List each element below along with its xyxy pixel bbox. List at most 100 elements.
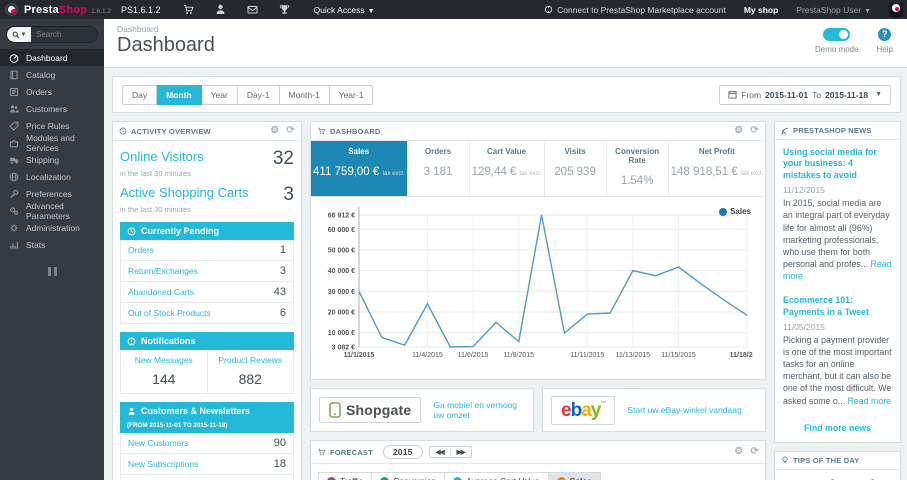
- panel-title: ACTIVITY OVERVIEW: [131, 126, 211, 136]
- user-avatar[interactable]: [889, 2, 903, 17]
- filter-month-1-button[interactable]: Month-1: [279, 84, 330, 105]
- online-visitors-link[interactable]: Online Visitors: [120, 149, 204, 164]
- marketplace-link[interactable]: Connect to PrestaShop Marketplace accoun…: [544, 5, 726, 15]
- sidebar-item-stats[interactable]: Stats: [0, 236, 104, 253]
- date-to-value: 2015-11-18: [825, 89, 869, 100]
- chevron-down-icon: ▼: [20, 31, 27, 38]
- news-article-title[interactable]: Using social media for your business: 4 …: [783, 147, 892, 181]
- svg-text:50 000 €: 50 000 €: [328, 247, 355, 254]
- panel-refresh-icon[interactable]: ⟳: [286, 126, 295, 136]
- panel-settings-icon[interactable]: ⚙: [734, 126, 743, 136]
- sidebar-item-customers[interactable]: Customers: [0, 100, 104, 117]
- sidebar-item-catalog[interactable]: Catalog: [0, 66, 104, 83]
- filter-month-button[interactable]: Month: [157, 84, 202, 105]
- demo-mode-toggle[interactable]: [823, 28, 851, 41]
- ebay-ad-link[interactable]: Start uw eBay-winkel vandaag: [627, 405, 741, 415]
- new-customers-row[interactable]: New Customers 90: [120, 433, 294, 454]
- filter-year-button[interactable]: Year: [201, 84, 238, 105]
- forecast-year[interactable]: 2015: [382, 445, 423, 459]
- svg-text:10 000 €: 10 000 €: [328, 330, 355, 337]
- sidebar-search[interactable]: ▼: [6, 26, 98, 43]
- search-scope-dropdown[interactable]: ▼: [7, 27, 31, 42]
- kpi-cart-value[interactable]: Cart Value 129,44 € tax excl.: [470, 141, 545, 196]
- search-input[interactable]: [31, 27, 97, 42]
- legend-sales[interactable]: Sales: [548, 472, 601, 480]
- svg-text:11/6/2015: 11/6/2015: [458, 352, 489, 359]
- sales-legend-label: Sales: [730, 207, 751, 216]
- out-of-stock-row[interactable]: Out of Stock Products 6: [120, 303, 294, 324]
- chevron-down-icon: ▼: [864, 7, 871, 15]
- kpi-row: Sales 411 759,00 € tax excl. Orders 3 18…: [311, 141, 765, 197]
- filter-year-1-button[interactable]: Year-1: [329, 84, 374, 105]
- product-reviews-cell[interactable]: Product Reviews 882: [207, 350, 294, 394]
- online-visitors-sub: in the last 30 minutes: [120, 169, 191, 178]
- topbar-icons: [183, 4, 290, 15]
- kpi-sales[interactable]: Sales 411 759,00 € tax excl.: [311, 141, 408, 196]
- trophy-icon[interactable]: [279, 4, 290, 15]
- cart-icon[interactable]: [183, 4, 194, 15]
- new-messages-cell[interactable]: New Messages 144: [120, 350, 208, 394]
- quick-access-menu[interactable]: Quick Access ▼: [314, 5, 375, 15]
- kpi-orders[interactable]: Orders 3 181: [408, 141, 470, 196]
- user-menu[interactable]: PrestaShop User ▼: [796, 5, 871, 15]
- forecast-legend: Traffic Conversion Average Cart Value Sa…: [311, 464, 765, 480]
- panel-refresh-icon[interactable]: ⟳: [750, 126, 759, 136]
- sidebar-item-administration[interactable]: Administration: [0, 219, 104, 236]
- kpi-conversion-rate[interactable]: Conversion Rate 1.54%: [607, 141, 669, 196]
- sidebar-item-price-rules[interactable]: Price Rules: [0, 117, 104, 134]
- news-article-title[interactable]: Ecommerce 101: Payments in a Tweet: [783, 295, 892, 318]
- preferences-icon: [10, 189, 19, 198]
- sidebar-item-localization[interactable]: Localization: [0, 168, 104, 185]
- read-more-link[interactable]: Read more: [848, 396, 892, 406]
- price-rules-icon: [9, 121, 19, 131]
- sidebar-item-orders[interactable]: Orders: [0, 83, 104, 100]
- dashboard-panel: DASHBOARD ⚙ ⟳ Sales 411 759,00 € tax exc…: [310, 121, 766, 380]
- search-icon: [12, 31, 19, 38]
- sidebar-item-preferences[interactable]: Preferences: [0, 185, 104, 202]
- chart-legend[interactable]: Sales: [719, 207, 751, 216]
- customer-icon[interactable]: [215, 4, 226, 15]
- shopgate-ad-link[interactable]: Ga mobiel en verhoog uw omzet: [433, 400, 525, 420]
- total-subscribers-row[interactable]: Total Subscribers1308: [120, 475, 294, 480]
- messages-icon[interactable]: [247, 4, 258, 15]
- breadcrumb[interactable]: Dashboard: [117, 24, 159, 34]
- customers-date-range: (FROM 2015-11-01 TO 2015-11-18): [127, 422, 228, 429]
- shipping-icon: [10, 157, 19, 164]
- shopgate-ad: Shopgate Ga mobiel en verhoog uw omzet: [310, 388, 534, 432]
- svg-text:11/4/2015: 11/4/2015: [412, 352, 443, 359]
- svg-text:11/18/2015: 11/18/2015: [730, 352, 753, 359]
- legend-average-cart-value[interactable]: Average Cart Value: [445, 472, 549, 480]
- panel-refresh-icon[interactable]: ⟳: [750, 447, 759, 457]
- pending-returns-row[interactable]: Return/Exchanges 3: [120, 261, 294, 282]
- kpi-visits[interactable]: Visits 205 939: [545, 141, 607, 196]
- filter-day-button[interactable]: Day: [122, 84, 158, 105]
- panel-settings-icon[interactable]: ⚙: [734, 447, 743, 457]
- next-year-button[interactable]: ▶▶: [449, 447, 471, 457]
- kpi-net-profit[interactable]: Net Profit 148 918,51 € tax excl.: [669, 141, 765, 196]
- date-range-picker[interactable]: From 2015-11-01 To 2015-11-18 ▼: [719, 84, 891, 105]
- abandoned-carts-row[interactable]: Abandoned Carts 43: [120, 282, 294, 303]
- pending-orders-row[interactable]: Orders 1: [120, 240, 294, 261]
- sidebar-item-shipping[interactable]: Shipping: [0, 151, 104, 168]
- panel-settings-icon[interactable]: ⚙: [270, 126, 279, 136]
- forecast-panel: FORECAST 2015 ◀◀ ▶▶ ⚙ ⟳ Traffic: [310, 440, 766, 480]
- find-more-news-link[interactable]: Find more news: [783, 423, 892, 433]
- sidebar-item-advanced-parameters[interactable]: Advanced Parameters: [0, 201, 104, 221]
- new-subscriptions-row[interactable]: New Subscriptions 18: [120, 454, 294, 475]
- help-icon[interactable]: ?: [878, 28, 892, 41]
- sidebar-collapse-button[interactable]: [42, 267, 62, 276]
- previous-year-button[interactable]: ◀◀: [430, 447, 450, 457]
- legend-conversion[interactable]: Conversion: [372, 472, 446, 480]
- sidebar-item-modules[interactable]: Modules and Services: [0, 133, 104, 153]
- active-carts-link[interactable]: Active Shopping Carts: [120, 185, 249, 200]
- stats-icon: [10, 241, 19, 249]
- sidebar: ▼ Dashboard Catalog Orders Customers Pri…: [0, 19, 104, 480]
- legend-traffic[interactable]: Traffic: [318, 472, 373, 480]
- svg-text:11/13/2015: 11/13/2015: [616, 352, 651, 359]
- my-shop-link[interactable]: My shop: [744, 5, 778, 15]
- filter-day-1-button[interactable]: Day-1: [237, 84, 280, 105]
- lightbulb-icon: [782, 456, 788, 463]
- orders-icon: [10, 87, 18, 96]
- sidebar-item-dashboard[interactable]: Dashboard: [0, 49, 104, 66]
- brand-version: 1.6.1.2: [91, 7, 112, 15]
